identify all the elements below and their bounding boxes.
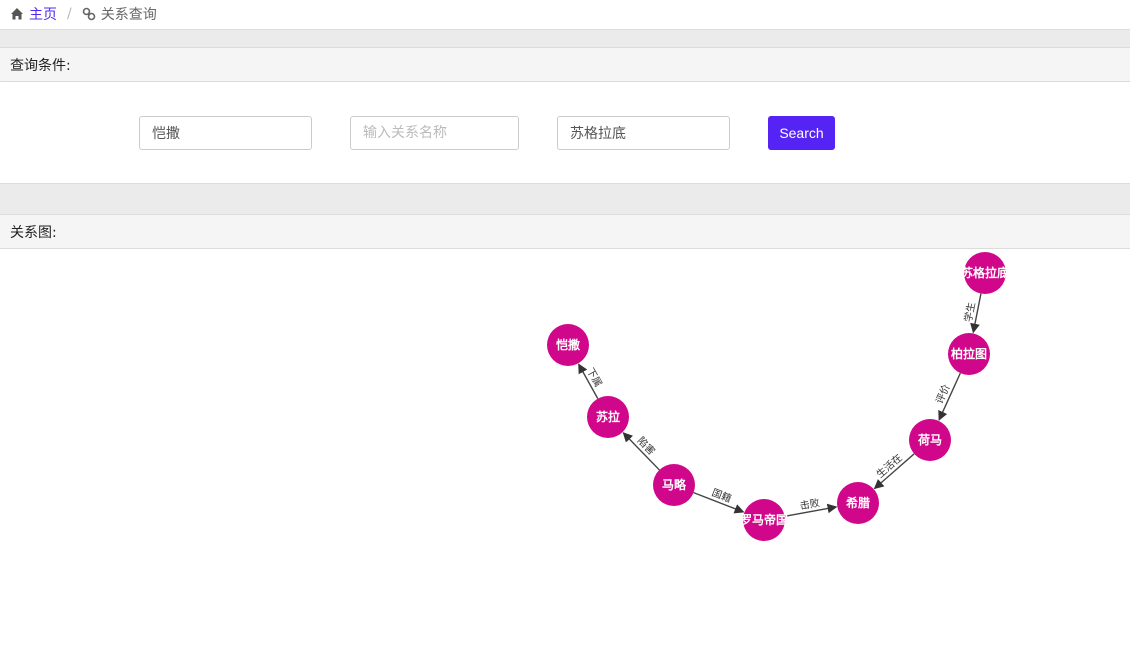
- graph-node[interactable]: 恺撒: [547, 324, 589, 366]
- graph-node-label: 苏格拉底: [961, 265, 1009, 280]
- graph-node-label: 苏拉: [596, 409, 620, 424]
- graph-node-label: 希腊: [845, 495, 870, 510]
- entity1-input[interactable]: [139, 116, 312, 150]
- query-form: Search: [0, 82, 1130, 183]
- graph-node[interactable]: 荷马: [909, 419, 951, 461]
- graph-node-label: 恺撒: [556, 337, 581, 352]
- breadcrumb-home-link[interactable]: 主页: [29, 4, 57, 24]
- graph-edge-label: 陷害: [635, 434, 658, 457]
- graph-edge-label: 下属: [584, 366, 604, 389]
- graph-node[interactable]: 苏拉: [587, 396, 629, 438]
- graph-edge-label: 国籍: [710, 486, 733, 505]
- breadcrumb: 主页 / 关系查询: [0, 0, 1130, 28]
- query-panel-title: 查询条件:: [0, 47, 1130, 82]
- graph-node[interactable]: 希腊: [837, 482, 879, 524]
- breadcrumb-current: 关系查询: [100, 7, 157, 23]
- breadcrumb-separator: /: [67, 6, 72, 22]
- graph-node-label: 荷马: [917, 432, 942, 447]
- search-button[interactable]: Search: [768, 116, 835, 150]
- section-divider: [0, 183, 1130, 214]
- graph-node[interactable]: 柏拉图: [948, 333, 990, 375]
- graph-node[interactable]: 苏格拉底: [961, 252, 1009, 294]
- entity2-input[interactable]: [557, 116, 730, 150]
- graph-node-label: 柏拉图: [951, 346, 987, 361]
- section-divider: [0, 29, 1130, 48]
- relation-graph[interactable]: 学生 评价 生活在 击败 国籍 陷害 下属 苏格拉底 柏拉图 荷马 希腊 罗马帝国 马略 苏拉 恺撒: [0, 249, 1130, 650]
- graph-panel-title: 关系图:: [0, 214, 1130, 249]
- graph-edge-label: 评价: [934, 383, 953, 406]
- graph-node-label: 罗马帝国: [740, 512, 788, 527]
- graph-node[interactable]: 罗马帝国: [740, 499, 788, 541]
- relation-graph-canvas[interactable]: 学生评价生活在击败国籍陷害下属 苏格拉底柏拉图荷马希腊罗马帝国马略苏拉恺撒: [0, 249, 1130, 650]
- home-icon: [11, 8, 23, 20]
- link-icon: [82, 7, 96, 21]
- relation-input[interactable]: [350, 116, 519, 150]
- graph-node[interactable]: 马略: [653, 464, 695, 506]
- graph-node-label: 马略: [662, 477, 687, 492]
